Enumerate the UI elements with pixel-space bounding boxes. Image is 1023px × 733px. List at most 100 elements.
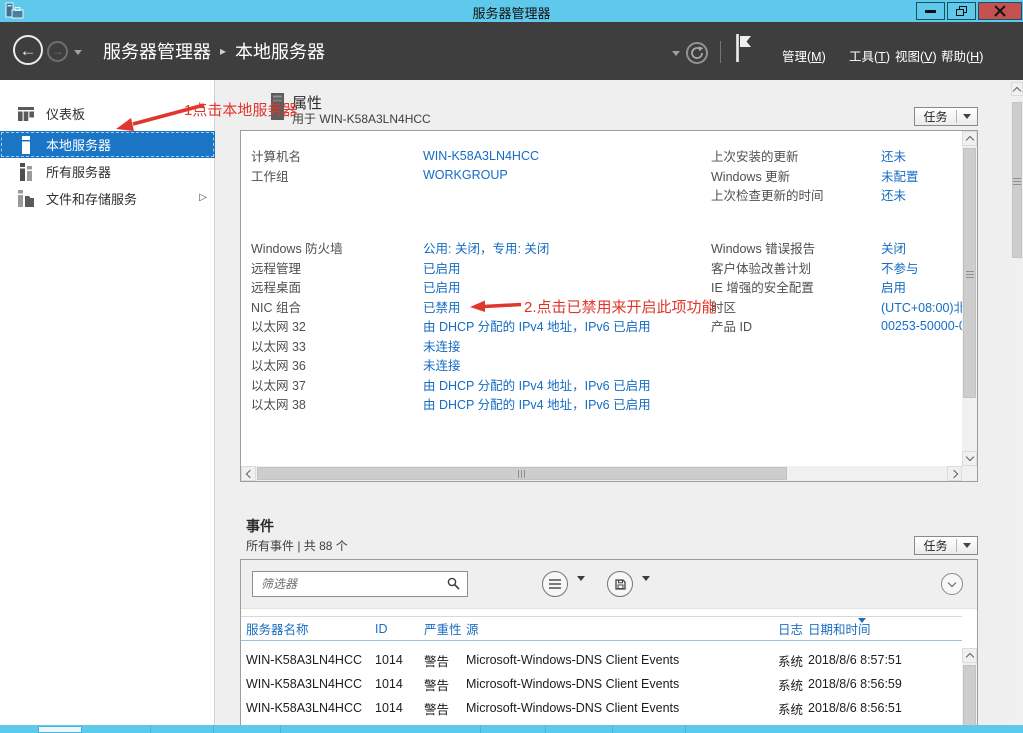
column-header-server-name[interactable]: 服务器名称	[241, 619, 370, 638]
search-icon	[447, 577, 460, 595]
back-button[interactable]: ←	[13, 35, 43, 65]
tasks-label: 任务	[915, 108, 956, 125]
save-query-caret[interactable]	[642, 581, 650, 599]
tasks-caret-icon	[963, 114, 971, 119]
scroll-right-button[interactable]	[947, 466, 962, 481]
menu-tools[interactable]: 工具(T)	[849, 46, 890, 65]
notifications-flag-button[interactable]	[735, 33, 753, 68]
column-header-datetime[interactable]: 日期和时间	[803, 619, 962, 638]
view-options-button[interactable]	[542, 571, 568, 597]
close-button[interactable]	[978, 2, 1022, 20]
cell-log: 系统	[773, 651, 803, 670]
scroll-down-button[interactable]	[962, 451, 977, 466]
cell-severity: 警告	[419, 699, 461, 718]
events-panel: 服务器名称 ID 严重性 源 日志 日期和时间 WIN-K58A3LN4HCC …	[240, 559, 978, 733]
navigation-bar: ← → 服务器管理器 ▸ 本地服务器 管理(M) 工具(T) 视图(V) 帮助(…	[0, 22, 1023, 80]
save-query-button[interactable]	[607, 571, 633, 597]
column-header-id[interactable]: ID	[370, 622, 419, 636]
property-value-link[interactable]: 未连接	[423, 355, 461, 374]
refresh-button[interactable]	[686, 42, 708, 64]
property-value-link[interactable]: 已启用	[423, 258, 461, 277]
property-label: Windows 防火墙	[251, 238, 423, 257]
property-label: 产品 ID	[711, 316, 881, 335]
properties-tasks-button[interactable]: 任务	[914, 107, 978, 126]
breadcrumb-current: 本地服务器	[235, 38, 325, 64]
property-value-link[interactable]: 公用: 关闭，专用: 关闭	[423, 238, 549, 257]
sidebar-item-all-servers[interactable]: 所有服务器	[0, 158, 215, 185]
cell-datetime: 2018/8/6 8:56:51	[803, 701, 962, 715]
column-header-log[interactable]: 日志	[773, 619, 803, 638]
column-header-source[interactable]: 源	[461, 619, 773, 638]
table-row[interactable]: WIN-K58A3LN4HCC 1014 警告 Microsoft-Window…	[241, 648, 962, 672]
server-dropdown-icon[interactable]	[672, 51, 680, 56]
properties-subtitle: 用于 WIN-K58A3LN4HCC	[292, 110, 431, 127]
property-value-link[interactable]: 由 DHCP 分配的 IPv4 地址，IPv6 已启用	[423, 375, 651, 394]
events-table-body: WIN-K58A3LN4HCC 1014 警告 Microsoft-Window…	[241, 648, 962, 733]
menu-text: )	[886, 50, 890, 64]
filter-input[interactable]	[252, 571, 468, 597]
sidebar-item-local-server[interactable]: 本地服务器	[0, 131, 215, 158]
events-tasks-button[interactable]: 任务	[914, 536, 978, 555]
scrollbar-thumb[interactable]	[963, 665, 976, 733]
sidebar: 仪表板 本地服务器 所有服务器 文件和存储服务 ▷	[0, 80, 215, 725]
property-value-link[interactable]: 00253-50000-0	[881, 319, 963, 333]
file-storage-icon	[17, 190, 35, 207]
properties-horizontal-scrollbar[interactable]	[241, 466, 962, 481]
scroll-up-button[interactable]	[962, 131, 977, 146]
cell-log: 系统	[773, 675, 803, 694]
sidebar-item-dashboard[interactable]: 仪表板	[0, 100, 215, 127]
scroll-up-button[interactable]	[1011, 82, 1023, 96]
cell-source: Microsoft-Windows-DNS Client Events	[461, 653, 773, 667]
taskbar-item[interactable]	[38, 726, 82, 733]
property-value-link[interactable]: 由 DHCP 分配的 IPv4 地址，IPv6 已启用	[423, 316, 651, 335]
property-label: 上次检查更新的时间	[711, 185, 881, 204]
property-value-link[interactable]: 未配置	[881, 166, 963, 185]
window-vertical-scrollbar[interactable]	[1011, 82, 1023, 725]
column-header-severity[interactable]: 严重性	[419, 619, 461, 638]
forward-button[interactable]: →	[47, 41, 68, 62]
minimize-icon	[925, 10, 936, 13]
menu-accesskey: T	[878, 50, 886, 64]
property-value-link-nic-teaming[interactable]: 已禁用	[423, 297, 461, 316]
menu-help[interactable]: 帮助(H)	[941, 46, 983, 65]
property-value-link[interactable]: 已启用	[423, 277, 461, 296]
property-value-link[interactable]: WORKGROUP	[423, 168, 508, 182]
property-value-link[interactable]: 启用	[881, 277, 963, 296]
scrollbar-thumb[interactable]	[1012, 102, 1022, 258]
events-table-header: 服务器名称 ID 严重性 源 日志 日期和时间	[241, 616, 962, 641]
property-value-link[interactable]: 不参与	[881, 258, 963, 277]
table-row[interactable]: WIN-K58A3LN4HCC 1014 警告 Microsoft-Window…	[241, 696, 962, 720]
property-value-link[interactable]: 还未	[881, 146, 963, 165]
property-value-link[interactable]: 未连接	[423, 336, 461, 355]
menu-manage[interactable]: 管理(M)	[782, 46, 826, 65]
sidebar-item-file-storage-services[interactable]: 文件和存储服务 ▷	[0, 185, 215, 212]
breadcrumb-root[interactable]: 服务器管理器	[103, 38, 211, 64]
view-options-caret[interactable]	[577, 581, 585, 599]
collapse-section-button[interactable]	[941, 573, 963, 595]
taskbar[interactable]	[0, 725, 1023, 733]
property-value-link[interactable]: 关闭	[881, 238, 963, 257]
scrollbar-thumb[interactable]	[963, 148, 976, 398]
table-row[interactable]: WIN-K58A3LN4HCC 1014 警告 Microsoft-Window…	[241, 672, 962, 696]
property-label: 远程桌面	[251, 277, 423, 296]
property-label: 远程管理	[251, 258, 423, 277]
property-label: Windows 更新	[711, 166, 881, 185]
cell-datetime: 2018/8/6 8:56:59	[803, 677, 962, 691]
events-vertical-scrollbar[interactable]	[962, 648, 977, 733]
property-value-link[interactable]: 还未	[881, 185, 963, 204]
minimize-button[interactable]	[916, 2, 945, 20]
property-label: 时区	[711, 297, 881, 316]
scrollbar-thumb[interactable]	[257, 467, 787, 480]
properties-vertical-scrollbar[interactable]	[962, 131, 977, 466]
scroll-left-button[interactable]	[241, 466, 256, 481]
property-value-link[interactable]: WIN-K58A3LN4HCC	[423, 149, 539, 163]
property-value-link[interactable]: (UTC+08:00)北	[881, 297, 963, 316]
property-value-link[interactable]: 由 DHCP 分配的 IPv4 地址，IPv6 已启用	[423, 394, 651, 413]
expand-arrow-icon[interactable]: ▷	[199, 192, 207, 203]
cell-id: 1014	[370, 701, 419, 715]
restore-button[interactable]	[947, 2, 976, 20]
history-dropdown-icon[interactable]	[74, 50, 82, 55]
menu-text: )	[822, 50, 826, 64]
menu-view[interactable]: 视图(V)	[895, 46, 937, 65]
scroll-up-button[interactable]	[962, 648, 977, 663]
